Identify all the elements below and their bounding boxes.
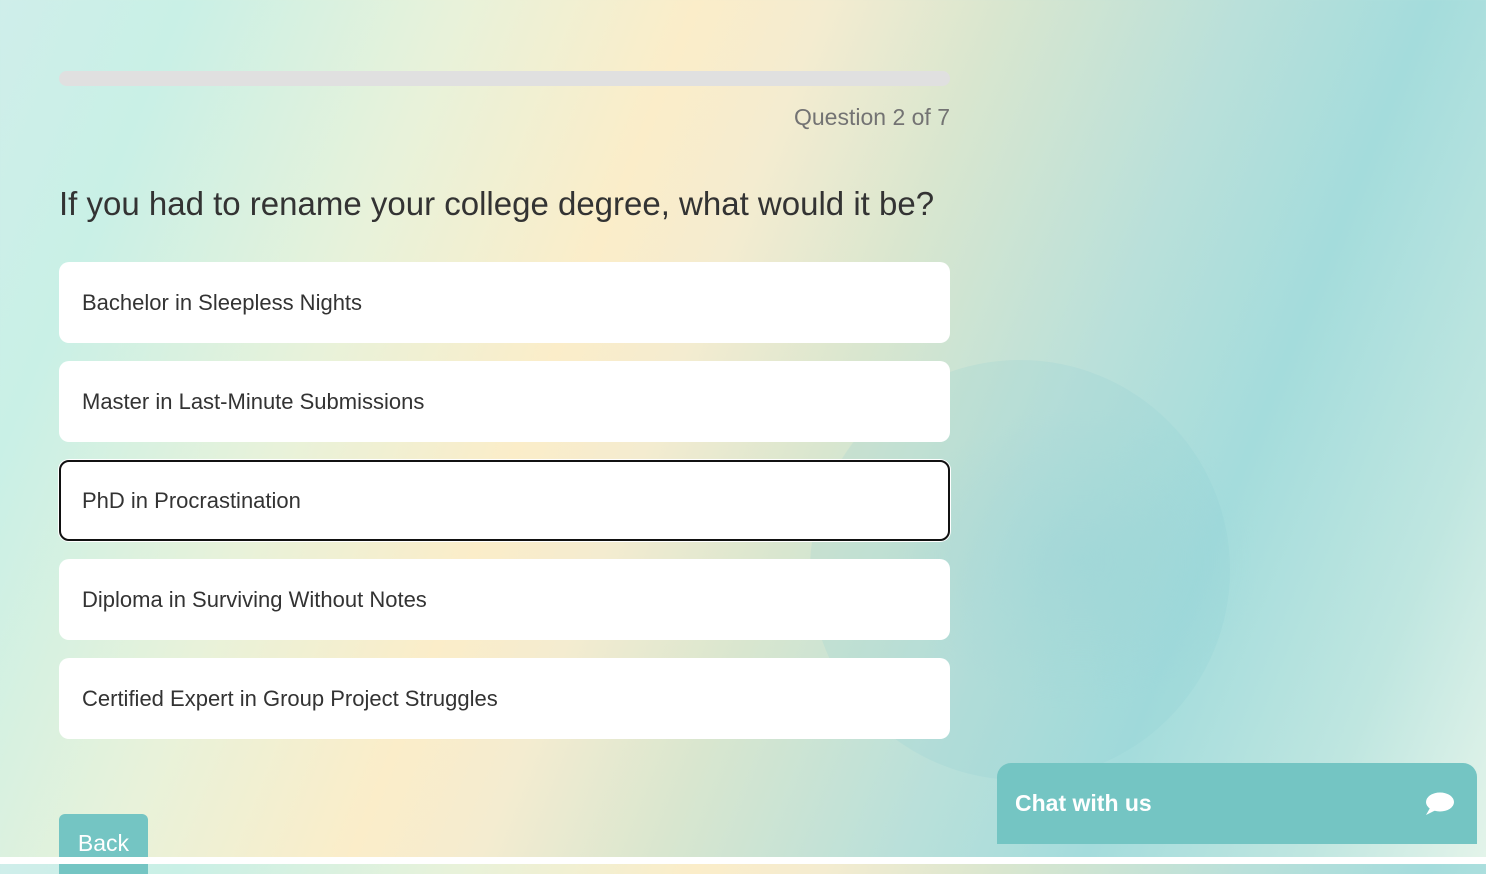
answer-option-2[interactable]: Master in Last-Minute Submissions [59, 361, 950, 442]
back-button[interactable]: Back [59, 814, 148, 874]
answer-option-label: Diploma in Surviving Without Notes [82, 586, 427, 612]
answer-option-5[interactable]: Certified Expert in Group Project Strugg… [59, 658, 950, 739]
progress-bar [59, 71, 950, 86]
answer-option-label: Master in Last-Minute Submissions [82, 388, 425, 414]
chat-bubble-icon [1426, 792, 1454, 815]
bottom-edge [0, 857, 1486, 864]
answer-option-label: Bachelor in Sleepless Nights [82, 289, 363, 315]
answer-option-3[interactable]: PhD in Procrastination [59, 460, 950, 541]
answer-option-label: PhD in Procrastination [82, 487, 301, 513]
question-counter: Question 2 of 7 [794, 104, 950, 130]
answer-option-4[interactable]: Diploma in Surviving Without Notes [59, 559, 950, 640]
question-title: If you had to rename your college degree… [59, 185, 935, 222]
answer-option-1[interactable]: Bachelor in Sleepless Nights [59, 262, 950, 343]
chat-widget-button[interactable]: Chat with us [997, 763, 1477, 844]
chat-label: Chat with us [1015, 790, 1152, 816]
answer-options: Bachelor in Sleepless Nights Master in L… [59, 262, 950, 757]
answer-option-label: Certified Expert in Group Project Strugg… [82, 685, 498, 711]
